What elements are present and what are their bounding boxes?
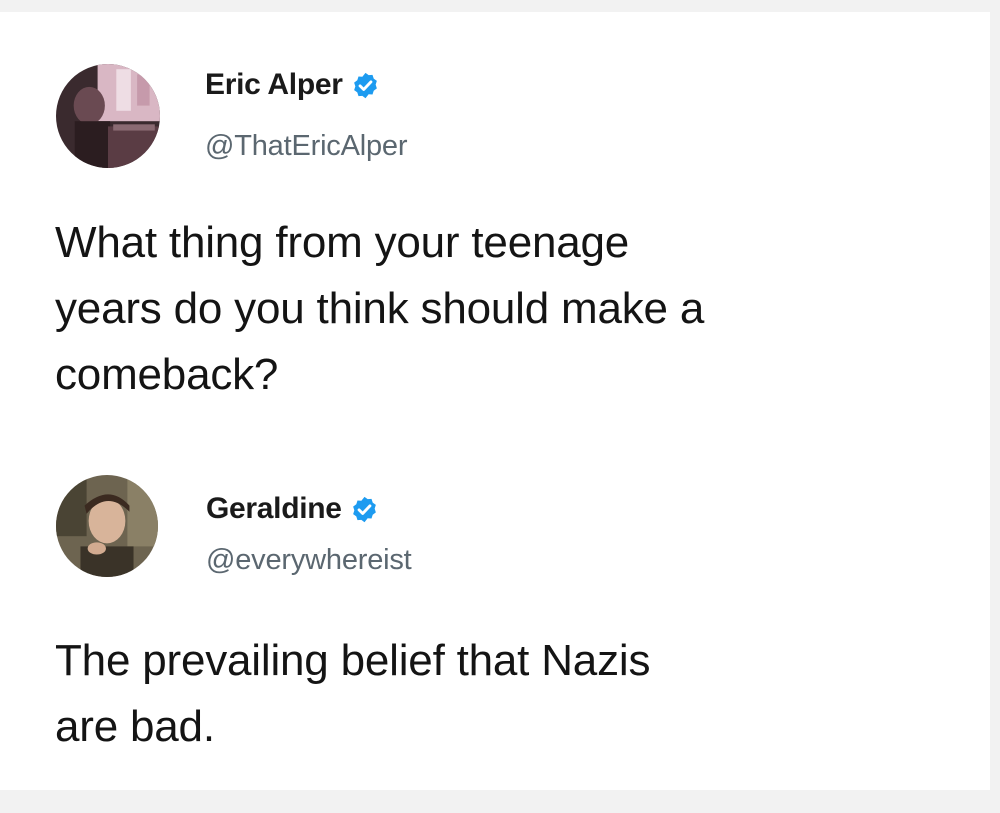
author-name[interactable]: Eric Alper	[205, 68, 343, 102]
avatar-photo-icon	[56, 475, 158, 577]
author-name-row: Geraldine	[206, 492, 379, 526]
tweet-text: The prevailing belief that Nazis are bad…	[55, 628, 955, 760]
tweet-text-line: The prevailing belief that Nazis	[55, 636, 651, 685]
tweet-text-line: What thing from your teenage	[55, 218, 630, 267]
tweet-text-line: are bad.	[55, 702, 215, 751]
author-name-row: Eric Alper	[205, 68, 380, 102]
tweet-text-line: comeback?	[55, 350, 279, 399]
avatar[interactable]	[56, 475, 158, 577]
author-name[interactable]: Geraldine	[206, 492, 342, 526]
verified-badge-icon	[350, 495, 379, 524]
verified-badge-icon	[351, 71, 380, 100]
author-handle[interactable]: @ThatEricAlper	[205, 130, 408, 163]
tweet-text-line: years do you think should make a	[55, 284, 705, 333]
tweet-text: What thing from your teenage years do yo…	[55, 210, 955, 408]
avatar-photo-icon	[56, 64, 160, 168]
author-handle[interactable]: @everywhereist	[206, 544, 412, 577]
screenshot-card: Eric Alper @ThatEricAlper What thing fro…	[0, 12, 990, 790]
avatar[interactable]	[56, 64, 160, 168]
